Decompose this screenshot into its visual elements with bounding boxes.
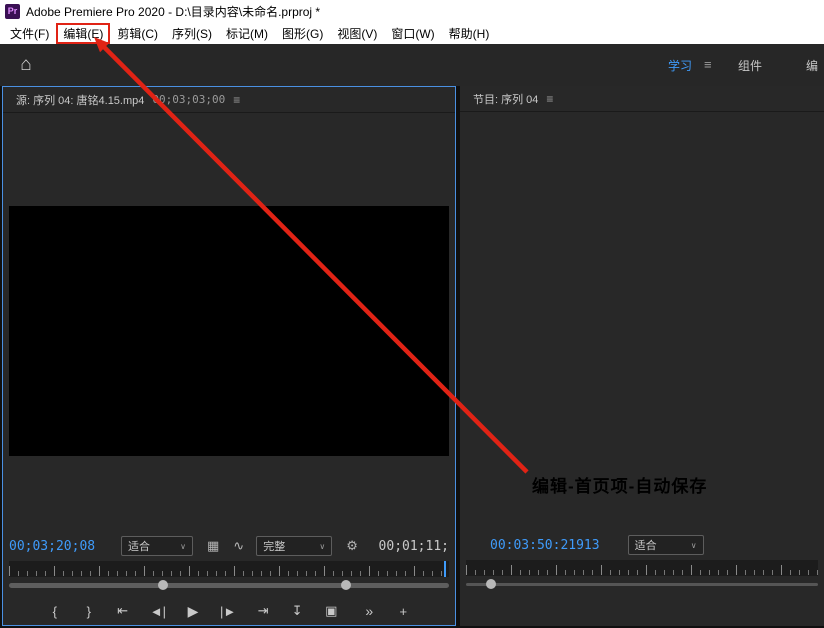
- scrollbar-track[interactable]: [9, 583, 449, 588]
- source-zoom-select[interactable]: 适合 ∨: [121, 536, 193, 556]
- program-zoom-value: 适合: [634, 540, 657, 552]
- source-resolution-select[interactable]: 完整 ∨: [256, 536, 333, 556]
- overwrite-button[interactable]: ▣: [324, 603, 338, 619]
- menu-file[interactable]: 文件(F): [3, 23, 56, 44]
- scrollbar-track[interactable]: [466, 583, 818, 586]
- drag-video-icon[interactable]: ▦: [207, 538, 219, 554]
- menu-window[interactable]: 窗口(W): [384, 23, 441, 44]
- program-zoom-select[interactable]: 适合 ∨: [627, 535, 704, 555]
- source-duration-timecode: 00;01;11;: [378, 538, 449, 554]
- program-panel-header: 节目: 序列 04 ≡: [460, 86, 824, 112]
- workspace-tab-components[interactable]: 组件: [738, 57, 762, 74]
- source-panel-menu-icon[interactable]: ≡: [233, 93, 240, 107]
- menu-edit[interactable]: 编辑(E): [56, 22, 111, 44]
- source-tab-label[interactable]: 源: 序列 04: 唐铭4.15.mp4: [16, 92, 144, 108]
- button-editor-button[interactable]: »: [362, 603, 376, 619]
- go-to-in-button[interactable]: ⇤: [116, 603, 130, 619]
- transport-controls: { } ⇤ ◄| ▶ |► ⇥ ↧ ▣ » +: [3, 597, 455, 625]
- program-tab-label[interactable]: 节目: 序列 04: [473, 91, 538, 107]
- scrollbar-handle-right[interactable]: [341, 580, 351, 590]
- menu-bar: 文件(F) 编辑(E) 剪辑(C) 序列(S) 标记(M) 图形(G) 视图(V…: [0, 22, 824, 44]
- wrench-settings-icon[interactable]: ⚙: [346, 538, 358, 554]
- step-back-button[interactable]: ◄|: [150, 604, 166, 619]
- source-position-timecode[interactable]: 00;03;20;08: [9, 539, 105, 554]
- step-forward-button[interactable]: |►: [220, 604, 236, 619]
- source-playhead[interactable]: [444, 561, 446, 577]
- source-time-ruler[interactable]: [9, 561, 449, 577]
- home-icon[interactable]: ⌂: [14, 53, 38, 77]
- menu-clip[interactable]: 剪辑(C): [110, 23, 165, 44]
- mark-in-button[interactable]: {: [48, 604, 62, 619]
- app-area: ⌂ 学习 ≡ 组件 编 源: 序列 04: 唐铭4.15.mp4 00;03;0…: [0, 44, 824, 628]
- program-panel-menu-icon[interactable]: ≡: [546, 92, 553, 106]
- source-controls: 00;03;20;08 适合 ∨ ▦ ∿ 完整 ∨ ⚙ 00;01;11;: [9, 535, 449, 557]
- drag-audio-icon[interactable]: ∿: [233, 538, 244, 554]
- source-zoom-value: 适合: [128, 541, 150, 553]
- chevron-down-icon: ∨: [690, 540, 697, 550]
- window-title: Adobe Premiere Pro 2020 - D:\目录内容\未命名.pr…: [26, 4, 321, 19]
- scrollbar-handle-left[interactable]: [158, 580, 168, 590]
- title-bar: Pr Adobe Premiere Pro 2020 - D:\目录内容\未命名…: [0, 0, 824, 22]
- workspace-toolbar: ⌂ 学习 ≡ 组件 编: [0, 44, 824, 86]
- menu-graphics[interactable]: 图形(G): [275, 23, 330, 44]
- add-button[interactable]: +: [396, 604, 410, 619]
- mark-out-button[interactable]: }: [82, 604, 96, 619]
- chevron-down-icon: ∨: [180, 541, 186, 551]
- menu-markers[interactable]: 标记(M): [219, 23, 275, 44]
- menu-view[interactable]: 视图(V): [330, 23, 384, 44]
- program-monitor-panel: 节目: 序列 04 ≡ 00:03:50:21913 适合 ∨: [460, 86, 824, 626]
- source-monitor-panel: 源: 序列 04: 唐铭4.15.mp4 00;03;03;00 ≡ 00;03…: [2, 86, 456, 626]
- source-zoom-scrollbar[interactable]: [9, 579, 449, 591]
- workspace-tab-edit[interactable]: 编: [806, 57, 818, 74]
- menu-sequence[interactable]: 序列(S): [165, 23, 219, 44]
- scrollbar-handle[interactable]: [486, 579, 496, 589]
- program-zoom-scrollbar[interactable]: [466, 578, 818, 590]
- source-tab-timecode: 00;03;03;00: [152, 93, 226, 106]
- chevron-down-icon: ∨: [319, 541, 326, 551]
- annotation-label: 编辑-首页项-自动保存: [532, 477, 708, 496]
- source-resolution-value: 完整: [263, 541, 286, 553]
- go-to-out-button[interactable]: ⇥: [256, 603, 270, 619]
- source-video-preview[interactable]: [9, 206, 449, 456]
- workspace-tab-learning[interactable]: 学习: [668, 57, 692, 74]
- program-time-ruler[interactable]: [466, 560, 818, 576]
- insert-button[interactable]: ↧: [290, 603, 304, 619]
- program-controls: 00:03:50:21913 适合 ∨: [466, 534, 818, 556]
- premiere-app-icon: Pr: [5, 3, 20, 19]
- program-position-timecode[interactable]: 00:03:50:21913: [490, 538, 600, 553]
- play-button[interactable]: ▶: [186, 603, 200, 620]
- workspace-menu-icon[interactable]: ≡: [704, 57, 712, 72]
- menu-help[interactable]: 帮助(H): [442, 23, 497, 44]
- source-panel-header: 源: 序列 04: 唐铭4.15.mp4 00;03;03;00 ≡: [3, 87, 455, 113]
